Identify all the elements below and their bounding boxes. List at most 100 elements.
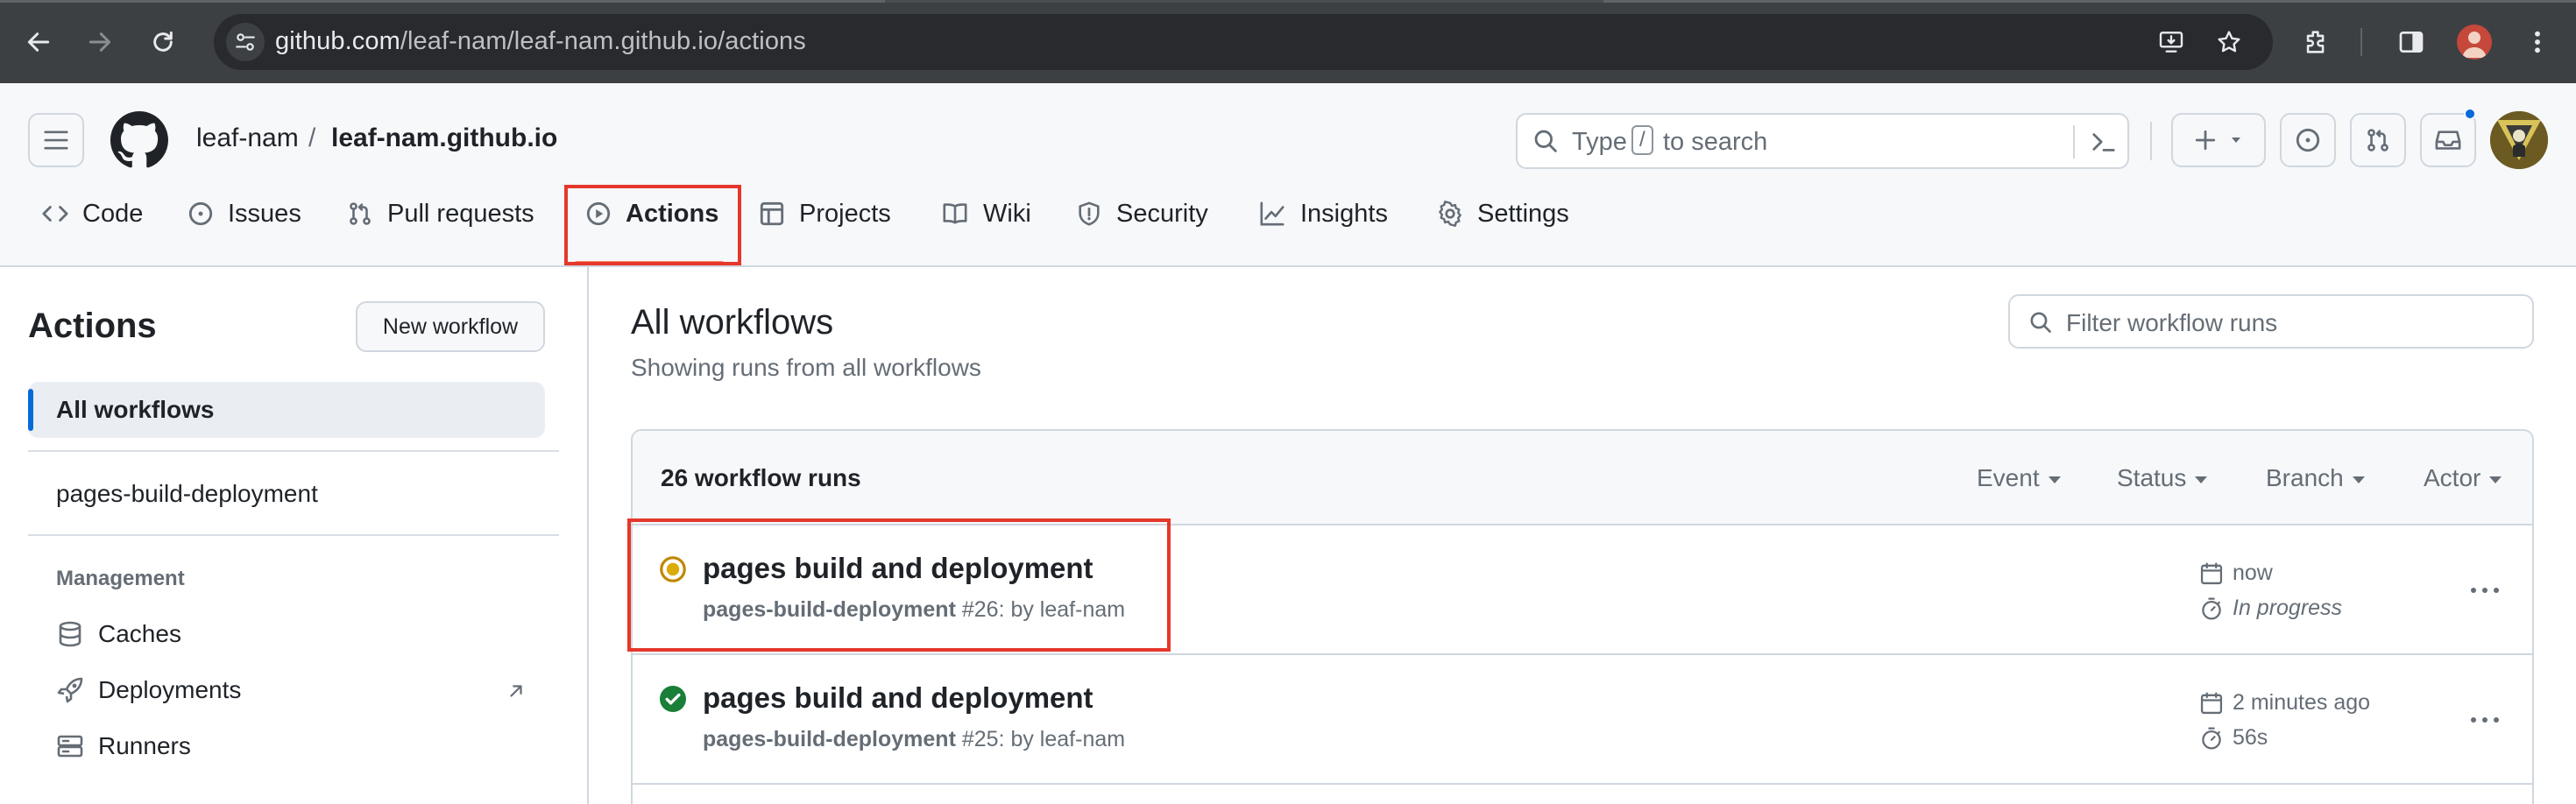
issue-opened-icon [2296,128,2320,152]
tab-pull-requests-label: Pull requests [387,199,534,228]
profile-avatar[interactable] [2450,18,2499,67]
triangle-down-icon [2489,476,2502,483]
run-date-text: now [2233,561,2273,585]
tab-issues-label: Issues [228,199,301,228]
search-divider [2073,125,2075,159]
extensions-icon[interactable] [2292,18,2341,67]
inbox-button[interactable] [2420,113,2476,167]
run-date: 2 minutes ago [2199,690,2370,716]
page-subtitle: Showing runs from all workflows [631,354,981,381]
run-duration-text: 56s [2233,725,2268,750]
annotation-highlight-actions-tab [564,185,741,265]
check-circle-fill-icon [660,686,686,712]
gear-icon [1439,201,1461,227]
database-icon [59,621,81,647]
sidebar-title: Actions [28,307,157,345]
bookmark-star-icon[interactable] [2213,26,2245,58]
event-filter-dropdown[interactable]: Event [1977,464,2061,492]
back-icon[interactable] [14,18,63,67]
tab-issues[interactable]: Issues [188,188,301,239]
repo-header: leaf-nam / leaf-nam.github.io Type / to … [0,83,2576,267]
branch-filter-dropdown[interactable]: Branch [2266,464,2365,492]
search-icon [2030,312,2051,333]
forward-icon[interactable] [75,18,124,67]
install-app-icon[interactable] [2155,26,2187,58]
chrome-menu-icon[interactable] [2513,18,2562,67]
branch-filter-label: Branch [2266,464,2344,491]
workflow-run-row[interactable]: pages build and deployment pages-build-d… [633,655,2532,785]
new-workflow-button[interactable]: New workflow [356,301,545,352]
inbox-icon [2435,130,2461,150]
run-date: now [2199,561,2273,586]
notification-indicator [2464,108,2476,120]
annotation-highlight-first-run [627,518,1171,652]
actor-filter-dropdown[interactable]: Actor [2424,464,2502,492]
reload-icon[interactable] [138,18,188,67]
user-avatar[interactable] [2490,111,2548,169]
tab-security-label: Security [1116,199,1208,228]
tab-pull-requests[interactable]: Pull requests [347,188,534,239]
issue-opened-icon [188,201,213,226]
search-shortcut-key: / [1631,125,1653,155]
triangle-down-icon [2048,476,2061,483]
breadcrumb-separator: / [308,123,316,152]
triangle-down-icon [2195,476,2208,483]
triangle-down-icon [2352,476,2365,483]
run-actions-kebab-icon[interactable] [2464,573,2506,608]
search-icon [1534,130,1557,152]
sidebar-item-all-workflows[interactable]: All workflows [28,382,545,438]
tab-insights[interactable]: Insights [1258,188,1388,239]
sidebar-item-workflow[interactable]: pages-build-deployment [56,480,318,508]
triangle-down-icon [2232,138,2240,143]
side-panel-icon[interactable] [2387,18,2436,67]
sidebar-divider-line [28,450,559,452]
runs-count: 26 workflow runs [661,464,861,491]
issues-button[interactable] [2280,113,2336,167]
site-info-icon[interactable] [226,23,265,61]
tab-wiki-label: Wiki [983,199,1031,228]
tab-wiki[interactable]: Wiki [941,188,1031,239]
run-title-link[interactable]: pages build and deployment [703,681,1093,715]
git-pull-request-icon [2367,129,2388,152]
runs-list-header: 26 workflow runs Event Status Branch Act… [633,431,2532,525]
create-new-button[interactable] [2171,113,2266,167]
hamburger-menu-button[interactable] [28,113,84,167]
pull-requests-button[interactable] [2350,113,2406,167]
repo-owner-link[interactable]: leaf-nam [196,123,299,153]
active-item-indicator [28,389,33,431]
url-text[interactable]: github.com/leaf-nam/leaf-nam.github.io/a… [275,27,806,56]
url-path: /leaf-nam/leaf-nam.github.io/actions [400,27,806,55]
rocket-icon [57,677,83,703]
github-logo-icon[interactable] [110,111,168,169]
repo-name-link[interactable]: leaf-nam.github.io [331,123,557,153]
page-title: All workflows [631,303,834,342]
tab-settings[interactable]: Settings [1437,188,1569,239]
table-icon [760,201,784,226]
code-icon [42,206,68,222]
event-filter-label: Event [1977,464,2040,491]
run-workflow-name: pages-build-deployment [703,727,956,751]
tab-code[interactable]: Code [42,188,143,239]
shield-icon [1079,201,1100,226]
tab-strip-edge [0,0,2576,3]
tab-security[interactable]: Security [1076,188,1208,239]
active-tab-marker [885,0,1603,3]
sidebar-divider [587,267,589,804]
book-icon [943,203,967,224]
status-filter-dropdown[interactable]: Status [2117,464,2208,492]
stopwatch-icon [2202,726,2221,750]
git-pull-request-icon [350,202,371,225]
filter-workflow-runs-input[interactable]: Filter workflow runs [2008,294,2534,349]
tab-projects[interactable]: Projects [759,188,891,239]
stopwatch-icon [2202,596,2221,620]
browser-toolbar: github.com/leaf-nam/leaf-nam.github.io/a… [0,0,2576,83]
global-search-input[interactable]: Type / to search [1516,113,2129,169]
management-heading: Management [56,567,185,590]
runners-label: Runners [98,732,191,759]
three-bars-icon [44,130,68,150]
address-bar[interactable]: github.com/leaf-nam/leaf-nam.github.io/a… [214,14,2273,70]
tab-projects-label: Projects [799,199,891,228]
run-actions-kebab-icon[interactable] [2464,702,2506,737]
run-meta: pages-build-deployment #25: by leaf-nam [703,727,1125,752]
command-palette-icon[interactable] [2091,129,2117,155]
